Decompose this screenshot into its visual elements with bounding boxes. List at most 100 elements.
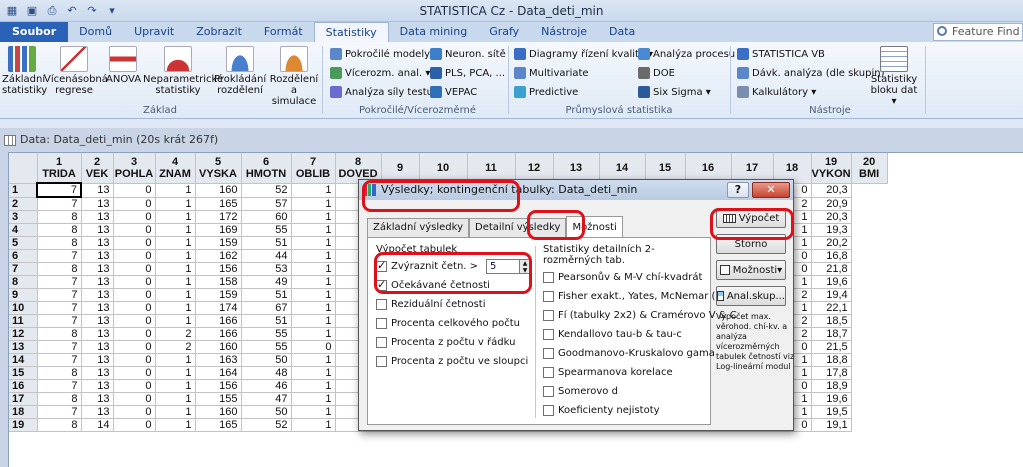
- table-cell[interactable]: 166: [195, 314, 242, 328]
- table-cell[interactable]: 7: [37, 275, 82, 289]
- table-cell[interactable]: 49: [241, 275, 292, 289]
- multivariate-qc-button[interactable]: Multivariate: [514, 67, 589, 79]
- tab-grafy[interactable]: Grafy: [478, 22, 530, 42]
- table-cell[interactable]: 0: [113, 379, 156, 393]
- table-cell[interactable]: 1: [155, 379, 196, 393]
- table-cell[interactable]: 160: [195, 183, 242, 198]
- highlight-frequencies-option[interactable]: Zvýraznit četn. > 5 ▲▼: [376, 257, 532, 276]
- power-analysis-button[interactable]: Analýza síly testu: [330, 86, 433, 98]
- table-cell[interactable]: 0: [291, 340, 336, 354]
- table-cell[interactable]: 156: [195, 262, 242, 276]
- table-cell[interactable]: 7: [37, 353, 82, 367]
- table-cell[interactable]: 18,7: [811, 327, 852, 341]
- calculators-button[interactable]: Kalkulátory ▾: [737, 86, 816, 98]
- table-cell[interactable]: 8: [37, 392, 82, 406]
- table-cell[interactable]: 7: [36, 182, 82, 198]
- predictive-button[interactable]: Predictive: [514, 86, 578, 98]
- table-cell[interactable]: 47: [241, 392, 292, 406]
- table-cell[interactable]: 1: [155, 183, 196, 198]
- table-cell[interactable]: 2: [155, 327, 196, 341]
- table-cell[interactable]: 160: [195, 340, 242, 354]
- table-cell[interactable]: 13: [81, 249, 114, 263]
- spearman-option[interactable]: Spearmanova korelace: [543, 363, 709, 382]
- column-header[interactable]: 4 ZNAM: [155, 153, 196, 184]
- kendall-tau-option[interactable]: Kendallovo tau-b & tau-c: [543, 325, 709, 344]
- row-header[interactable]: 14: [9, 353, 38, 367]
- table-cell[interactable]: 20,3: [811, 210, 852, 224]
- table-cell[interactable]: 8: [37, 327, 82, 341]
- multiple-regression-button[interactable]: Vícenásobná regrese: [44, 46, 108, 96]
- basic-statistics-button[interactable]: Základní statistiky: [2, 46, 47, 96]
- table-cell[interactable]: 1: [155, 405, 196, 419]
- table-cell[interactable]: 19,6: [811, 392, 852, 406]
- column-header[interactable]: 2 VEK: [81, 153, 114, 184]
- table-cell[interactable]: 18,8: [811, 353, 852, 367]
- table-cell[interactable]: 19,5: [811, 405, 852, 419]
- table-cell[interactable]: 7: [37, 249, 82, 263]
- table-cell[interactable]: 1: [155, 353, 196, 367]
- table-cell[interactable]: 13: [81, 288, 114, 302]
- table-cell[interactable]: 13: [81, 392, 114, 406]
- row-header[interactable]: 3: [9, 210, 38, 224]
- table-cell[interactable]: 1: [155, 314, 196, 328]
- table-cell[interactable]: 0: [113, 288, 156, 302]
- help-button[interactable]: ?: [727, 182, 749, 198]
- goodman-kruskal-checkbox[interactable]: [543, 348, 554, 359]
- table-cell[interactable]: 60: [241, 210, 292, 224]
- table-cell[interactable]: 7: [37, 197, 82, 211]
- row-header[interactable]: 16: [9, 379, 38, 393]
- table-cell[interactable]: 8: [37, 366, 82, 380]
- table-cell[interactable]: 7: [37, 340, 82, 354]
- column-header[interactable]: 1 TRIDA: [37, 153, 82, 184]
- table-cell[interactable]: 13: [81, 236, 114, 250]
- table-cell[interactable]: 13: [81, 210, 114, 224]
- table-cell[interactable]: 22,1: [811, 301, 852, 315]
- table-cell[interactable]: 1: [155, 249, 196, 263]
- row-header[interactable]: 19: [9, 418, 38, 432]
- tab-detailed-results[interactable]: Detailní výsledky: [469, 218, 567, 238]
- table-cell[interactable]: 13: [81, 223, 114, 237]
- residual-frequencies-option[interactable]: Reziduální četnosti: [376, 295, 526, 314]
- table-cell[interactable]: 2: [155, 340, 196, 354]
- table-cell[interactable]: 1: [291, 197, 336, 211]
- table-cell[interactable]: 13: [81, 379, 114, 393]
- table-cell[interactable]: 0: [113, 353, 156, 367]
- statistica-vb-button[interactable]: STATISTICA VB: [737, 48, 825, 60]
- row-percent-option[interactable]: Procenta z počtu v řádku: [376, 333, 526, 352]
- spearman-checkbox[interactable]: [543, 367, 554, 378]
- table-cell[interactable]: 1: [291, 314, 336, 328]
- table-cell[interactable]: 169: [195, 223, 242, 237]
- distribution-fitting-button[interactable]: Prokládání rozdělení: [214, 46, 266, 96]
- table-cell[interactable]: 1: [291, 353, 336, 367]
- table-cell[interactable]: 67: [241, 301, 292, 315]
- table-cell[interactable]: 16,8: [811, 249, 852, 263]
- table-cell[interactable]: 0: [113, 392, 156, 406]
- row-percent-checkbox[interactable]: [376, 337, 387, 348]
- table-cell[interactable]: 7: [37, 288, 82, 302]
- table-cell[interactable]: 51: [241, 288, 292, 302]
- process-analysis-button[interactable]: Analýza procesu: [638, 48, 735, 60]
- table-cell[interactable]: 1: [155, 301, 196, 315]
- distribution-simulation-button[interactable]: Rozdělení a simulace: [268, 46, 320, 107]
- table-cell[interactable]: 0: [113, 418, 156, 432]
- table-cell[interactable]: 44: [241, 249, 292, 263]
- tab-soubor[interactable]: Soubor: [0, 22, 69, 42]
- highlight-frequencies-checkbox[interactable]: [376, 259, 387, 272]
- table-cell[interactable]: 7: [37, 405, 82, 419]
- table-cell[interactable]: 1: [291, 301, 336, 315]
- table-cell[interactable]: 7: [37, 301, 82, 315]
- table-cell[interactable]: 8: [37, 210, 82, 224]
- table-cell[interactable]: 18,5: [811, 314, 852, 328]
- table-cell[interactable]: 53: [241, 262, 292, 276]
- column-percent-checkbox[interactable]: [376, 356, 387, 367]
- expected-frequencies-option[interactable]: Očekávané četnosti: [376, 276, 526, 295]
- table-cell[interactable]: 0: [113, 249, 156, 263]
- tab-basic-results[interactable]: Základní výsledky: [367, 218, 469, 238]
- table-cell[interactable]: 0: [113, 223, 156, 237]
- table-cell[interactable]: 0: [113, 275, 156, 289]
- table-cell[interactable]: 17,8: [811, 366, 852, 380]
- row-header[interactable]: 12: [9, 327, 38, 341]
- table-cell[interactable]: 46: [241, 379, 292, 393]
- table-cell[interactable]: 0: [113, 405, 156, 419]
- total-percent-option[interactable]: Procenta celkového počtu: [376, 314, 526, 333]
